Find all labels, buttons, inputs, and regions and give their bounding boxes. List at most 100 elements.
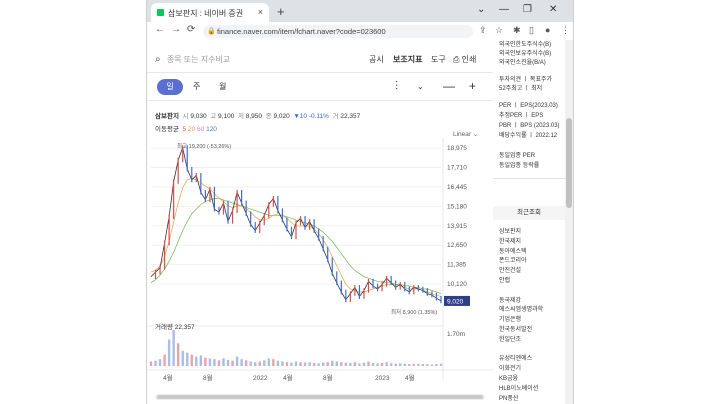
volume-bar xyxy=(426,364,429,366)
volume-bar xyxy=(439,363,443,366)
volume-bar xyxy=(240,359,243,366)
divider xyxy=(493,178,573,179)
lock-icon: 🔒 xyxy=(207,28,216,35)
stock-info-sidebar: 외국인한도주식수(B) 외국인보유주식수(B) 외국인소진율(B/A) 투자의견 ㅣ … xyxy=(493,40,573,404)
scrollbar[interactable] xyxy=(565,40,573,404)
x-tick-label: 4월 xyxy=(405,373,415,382)
recent-stock-item[interactable]: 이화전기 xyxy=(499,363,521,372)
volume-bar xyxy=(176,343,180,366)
volume-bar xyxy=(249,361,252,366)
volume-bar xyxy=(394,363,397,366)
sidebar-foreign-item: 외국인소진율(B/A) xyxy=(499,60,546,66)
recent-stock-item[interactable]: 안진건설 xyxy=(499,265,521,274)
volume-bar xyxy=(353,362,357,366)
volume-bar xyxy=(358,363,361,366)
extensions-icon[interactable]: ✱ xyxy=(513,25,521,36)
minimize-button[interactable]: — xyxy=(499,4,509,15)
horizontal-scrollbar-thumb xyxy=(157,395,483,399)
x-tick-label: 2023 xyxy=(375,375,390,382)
recent-stock-item[interactable]: 한국동서발전 xyxy=(499,324,532,333)
sidebar-per-item: 배당수익률 ㅣ 2022.12 xyxy=(499,133,558,139)
sidebar-foreign-item: 외국인보유주식수(B) xyxy=(499,51,552,57)
reload-icon[interactable]: ⟳ xyxy=(187,24,195,35)
volume-bar xyxy=(290,362,293,366)
sidebar-per-item: 추정PER ㅣ EPS xyxy=(499,113,544,119)
volume-bar xyxy=(263,360,266,366)
volume-bar xyxy=(281,361,284,366)
volume-bar xyxy=(303,362,307,366)
volume-bar xyxy=(317,363,320,366)
volume-bar xyxy=(340,362,343,366)
volume-bar xyxy=(408,364,411,366)
x-tick-label: 4월 xyxy=(283,373,293,382)
volume-bar xyxy=(254,362,257,366)
forward-icon[interactable]: → xyxy=(171,24,181,35)
y-tick-label: 18,975 xyxy=(447,145,467,152)
volume-bar xyxy=(294,361,298,366)
scrollbar-thumb[interactable] xyxy=(566,118,572,208)
volume-bar xyxy=(276,360,280,366)
sidebar-per-item: PBR ㅣ BPS (2023.03) xyxy=(499,123,560,129)
page-content: ⌕ 종목 또는 지수비교 공시 보조지표 도구 ⎙ 인쇄 일 주 월 ⫶ ⌄ —… xyxy=(147,40,573,404)
volume-bar xyxy=(186,352,189,366)
close-window-button[interactable]: ✕ xyxy=(549,4,557,15)
y-tick-label: 11,385 xyxy=(447,262,467,269)
recent-stock-item[interactable]: 한국제지 xyxy=(499,236,521,245)
volume-bar xyxy=(299,362,302,366)
recent-stock-item[interactable]: HLB이노베이션 xyxy=(499,383,538,392)
tab-close-icon[interactable]: × xyxy=(258,7,263,17)
menu-icon[interactable]: ⋮ xyxy=(561,25,570,36)
sidebar-industry-item: 동일업종 등락률 xyxy=(499,163,540,169)
volume-bar xyxy=(430,364,434,366)
recent-stock-item[interactable]: PN풍산 xyxy=(499,393,518,402)
current-price-label: 9,020 xyxy=(447,298,464,305)
recent-stock-item[interactable]: KB금융 xyxy=(499,373,518,382)
browser-tab[interactable]: 삼보판지 : 네이버 증권 × xyxy=(151,3,269,22)
maximize-button[interactable]: ❐ xyxy=(523,4,532,15)
x-tick-label: 8월 xyxy=(323,373,333,382)
high-marker-label: 최고 19,200 (-53.26%) xyxy=(177,142,231,150)
recent-stock-item[interactable]: 동아에스텍 xyxy=(499,246,527,255)
volume-bar xyxy=(308,362,311,366)
tab-search-icon[interactable]: ⌄ xyxy=(477,4,485,15)
volume-bar xyxy=(208,358,212,366)
recent-stock-item[interactable]: 폰드코리아 xyxy=(499,255,527,264)
recent-stock-item[interactable]: 한일단조 xyxy=(499,334,521,343)
volume-bar xyxy=(167,339,171,366)
volume-bar xyxy=(421,364,425,366)
bookmark-star-icon[interactable]: ☆ xyxy=(495,25,503,36)
y-tick-label: 15,180 xyxy=(447,203,467,210)
share-icon[interactable]: ⇪ xyxy=(479,25,487,36)
volume-bar xyxy=(312,362,316,366)
x-tick-label: 2022 xyxy=(253,375,268,382)
recent-title: 최근조회 xyxy=(493,206,565,220)
url-field[interactable]: 🔒 finance.naver.com/item/fchart.naver?co… xyxy=(203,25,473,38)
sidepanel-icon[interactable]: ▯ xyxy=(529,25,534,36)
volume-bar xyxy=(399,363,402,366)
volume-bar xyxy=(417,363,420,366)
url-text: finance.naver.com/item/fchart.naver?code… xyxy=(217,27,386,36)
tab-bar: 삼보판지 : 네이버 증권 × + ⌄ — ❐ ✕ xyxy=(147,0,573,22)
volume-bar xyxy=(362,362,366,366)
recent-stock-item[interactable]: 에스씨엠생명과학 xyxy=(499,304,543,313)
volume-bar xyxy=(149,361,153,366)
volume-bar xyxy=(349,362,352,366)
sidebar-foreign-item: 외국인한도주식수(B) xyxy=(499,42,552,48)
recent-stock-item[interactable]: 유성티엔에스 xyxy=(499,353,532,362)
y-tick-label: 16,445 xyxy=(447,184,467,191)
volume-bar xyxy=(380,362,384,366)
volume-bar xyxy=(222,358,225,366)
volume-bar xyxy=(331,360,334,366)
recent-stock-item[interactable]: 안랩 xyxy=(499,275,510,284)
volume-bar xyxy=(367,361,370,366)
recent-stock-item[interactable]: 기업은행 xyxy=(499,314,521,323)
new-tab-button[interactable]: + xyxy=(277,4,285,19)
price-chart[interactable]: 18,975 17,710 16,445 15,180 13,915 12,650 11,3… xyxy=(147,40,493,404)
volume-bar xyxy=(389,363,393,366)
profile-icon[interactable]: ● xyxy=(545,25,550,35)
volume-bar xyxy=(335,361,338,366)
volume-bar xyxy=(376,363,379,366)
recent-stock-item[interactable]: 삼보판지 xyxy=(499,226,521,235)
back-icon[interactable]: ← xyxy=(155,24,165,35)
recent-stock-item[interactable]: 동국제강 xyxy=(499,295,521,304)
